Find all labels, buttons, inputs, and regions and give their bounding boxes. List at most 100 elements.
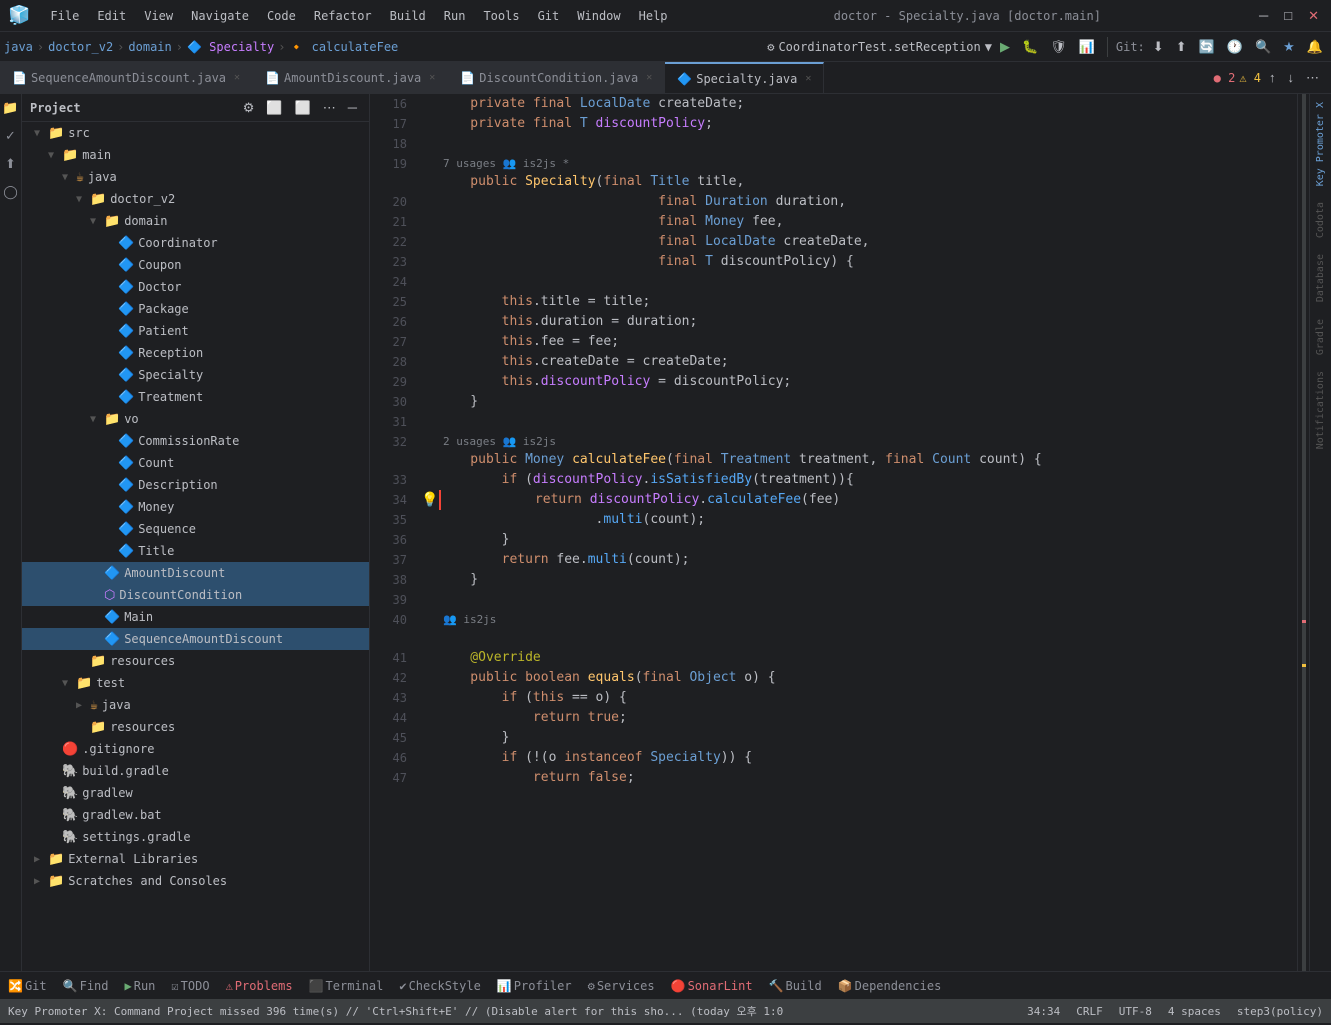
code-line-35[interactable]: .multi(count); [439,510,1289,530]
code-line-37[interactable]: return fee.multi(count); [439,550,1289,570]
tree-doctorv2[interactable]: ▼ 📁 doctor_v2 [22,188,369,210]
tree-reception[interactable]: ▶ 🔷 Reception [22,342,369,364]
nav-java[interactable]: java [4,40,33,54]
sonarlint-tool[interactable]: 🔴 SonarLint [671,979,753,993]
code-line-42[interactable]: public boolean equals(final Object o) { [439,668,1289,688]
notifications-button[interactable]: 🔔 [1303,37,1327,57]
git-push-button[interactable]: ⬆ [1172,37,1191,57]
activity-github[interactable]: ◯ [0,182,22,202]
nav-calculatefee[interactable]: 🔸 calculateFee [289,40,398,54]
run-button[interactable]: ▶ [996,37,1014,57]
code-line-40[interactable] [439,628,1289,648]
code-line-45[interactable]: } [439,728,1289,748]
search-button[interactable]: 🔍 [1251,37,1275,57]
code-line-34[interactable]: 💡 return discountPolicy.calculateFee(fee… [439,490,1289,510]
gradle-panel[interactable]: Gradle [1315,315,1326,359]
debug-button[interactable]: 🐛 [1018,37,1042,57]
code-line-47[interactable]: return false; [439,768,1289,788]
tree-treatment[interactable]: ▶ 🔷 Treatment [22,386,369,408]
nav-specialty[interactable]: 🔷 Specialty [187,40,274,54]
activity-project[interactable]: 📁 [0,98,23,118]
key-promoter-panel[interactable]: Key Promoter X [1315,98,1326,190]
sidebar-expand[interactable]: ⬜ [262,98,286,118]
tree-commissionrate[interactable]: ▶ 🔷 CommissionRate [22,430,369,452]
code-line-27[interactable]: this.fee = fee; [439,332,1289,352]
code-line-43[interactable]: if (this == o) { [439,688,1289,708]
code-line-17[interactable]: private final T discountPolicy; [439,114,1289,134]
checkstyle-tool[interactable]: ✔ CheckStyle [399,979,480,993]
tree-gradlew-bat[interactable]: ▶ 🐘 gradlew.bat [22,804,369,826]
activity-pullrequests[interactable]: ⬆ [1,154,20,174]
menu-edit[interactable]: Edit [89,7,134,25]
dependencies-tool[interactable]: 📦 Dependencies [838,979,942,993]
code-line-41[interactable]: @Override [439,648,1289,668]
code-line-36[interactable]: } [439,530,1289,550]
sidebar-close[interactable]: ─ [344,98,361,118]
tree-java[interactable]: ▼ ☕ java [22,166,369,188]
run-config-dropdown[interactable]: ▼ [985,40,992,54]
run-tool[interactable]: ▶ Run [125,979,156,993]
code-area[interactable]: private final LocalDate createDate; priv… [415,94,1297,971]
sidebar-collapse[interactable]: ⬜ [291,98,315,118]
profiler-tool[interactable]: 📊 Profiler [497,979,572,993]
menu-code[interactable]: Code [259,7,304,25]
menu-help[interactable]: Help [631,7,676,25]
code-line-30[interactable]: } [439,392,1289,412]
nav-domain[interactable]: domain [128,40,171,54]
tree-description[interactable]: ▶ 🔷 Description [22,474,369,496]
code-line-18[interactable] [439,134,1289,154]
maximize-button[interactable]: □ [1280,6,1296,26]
menu-file[interactable]: File [42,7,87,25]
profile-button[interactable]: 📊 [1075,37,1099,57]
nav-doctor-v2[interactable]: doctor_v2 [48,40,113,54]
menu-refactor[interactable]: Refactor [306,7,380,25]
code-line-26[interactable]: this.duration = duration; [439,312,1289,332]
close-button[interactable]: ✕ [1304,6,1323,26]
tree-title[interactable]: ▶ 🔷 Title [22,540,369,562]
encoding[interactable]: UTF-8 [1119,1005,1152,1018]
todo-tool[interactable]: ☑ TODO [171,979,209,993]
code-line-24[interactable] [439,272,1289,292]
tree-test[interactable]: ▼ 📁 test [22,672,369,694]
cursor-position[interactable]: 34:34 [1027,1005,1060,1018]
code-line-25[interactable]: this.title = title; [439,292,1289,312]
tree-resources[interactable]: ▶ 📁 resources [22,650,369,672]
sidebar-more[interactable]: ⋯ [319,98,340,118]
code-line-38[interactable]: } [439,570,1289,590]
tab-specialty[interactable]: 🔷 Specialty.java ✕ [665,62,824,94]
tree-gitignore[interactable]: ▶ 🔴 .gitignore [22,738,369,760]
tab-close[interactable]: ✕ [234,72,240,83]
scroll-down-button[interactable]: ↓ [1284,68,1299,87]
tree-src[interactable]: ▼ 📁 src [22,122,369,144]
services-tool[interactable]: ⚙ Services [588,979,655,993]
code-line-44[interactable]: return true; [439,708,1289,728]
menu-view[interactable]: View [136,7,181,25]
code-line-28[interactable]: this.createDate = createDate; [439,352,1289,372]
code-line-19[interactable]: public Specialty(final Title title, [439,172,1289,192]
tab-close[interactable]: ✕ [646,72,652,83]
code-line-23[interactable]: final T discountPolicy) { [439,252,1289,272]
more-options-button[interactable]: ⋯ [1302,68,1323,88]
git-fetch-button[interactable]: ⬇ [1149,37,1168,57]
profile[interactable]: step3(policy) [1237,1005,1323,1018]
tree-build-gradle[interactable]: ▶ 🐘 build.gradle [22,760,369,782]
tree-external-libraries[interactable]: ▶ 📁 External Libraries [22,848,369,870]
tree-sequence[interactable]: ▶ 🔷 Sequence [22,518,369,540]
code-line-46[interactable]: if (!(o instanceof Specialty)) { [439,748,1289,768]
menu-window[interactable]: Window [569,7,628,25]
menu-run[interactable]: Run [436,7,474,25]
tree-settings-gradle[interactable]: ▶ 🐘 settings.gradle [22,826,369,848]
code-line-32[interactable]: public Money calculateFee(final Treatmen… [439,450,1289,470]
coverage-button[interactable]: 🛡 [1046,37,1071,57]
tab-sequenceamountdiscount[interactable]: 📄 SequenceAmountDiscount.java ✕ [0,62,253,94]
menu-build[interactable]: Build [382,7,434,25]
tree-scratches[interactable]: ▶ 📁 Scratches and Consoles [22,870,369,892]
tree-doctor[interactable]: ▶ 🔷 Doctor [22,276,369,298]
tree-main-class[interactable]: ▶ 🔷 Main [22,606,369,628]
line-ending[interactable]: CRLF [1076,1005,1103,1018]
tree-sequenceamountdiscount[interactable]: ▶ 🔷 SequenceAmountDiscount [22,628,369,650]
tree-coordinator[interactable]: ▶ 🔷 Coordinator [22,232,369,254]
find-tool[interactable]: 🔍 Find [63,979,109,993]
tree-package[interactable]: ▶ 🔷 Package [22,298,369,320]
tree-patient[interactable]: ▶ 🔷 Patient [22,320,369,342]
